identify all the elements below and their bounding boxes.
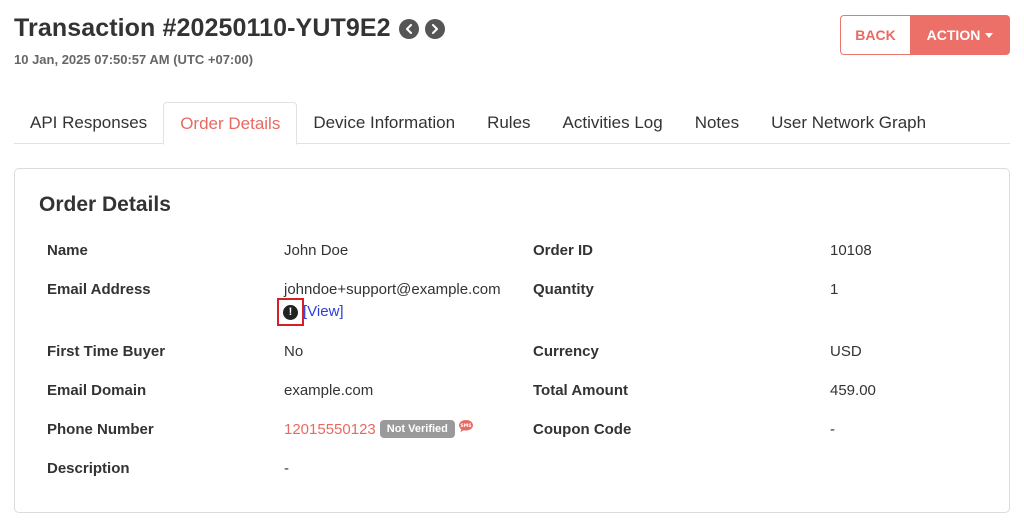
phone-number-label: Phone Number <box>47 421 154 438</box>
description-label: Description <box>47 460 130 477</box>
page-header: Transaction #20250110-YUT9E2 10 Jan, 202… <box>14 14 445 67</box>
order-details-card: Order Details Name John Doe Email Addres… <box>14 168 1010 513</box>
title-row: Transaction #20250110-YUT9E2 <box>14 14 445 43</box>
tab-activities-log[interactable]: Activities Log <box>547 102 679 144</box>
caret-down-icon <box>985 32 994 38</box>
order-id-value: 10108 <box>830 242 872 259</box>
tab-user-network-graph[interactable]: User Network Graph <box>755 102 942 144</box>
not-verified-badge: Not Verified <box>379 420 455 438</box>
quantity-value: 1 <box>830 281 839 298</box>
name-label: Name <box>47 242 88 259</box>
next-transaction-button[interactable] <box>424 18 445 39</box>
currency-label: Currency <box>533 343 599 360</box>
total-amount-label: Total Amount <box>533 382 628 399</box>
email-warning-highlight[interactable]: ! <box>277 298 304 326</box>
currency-value: USD <box>830 343 862 360</box>
coupon-code-label: Coupon Code <box>533 421 632 438</box>
phone-number-field: 12015550123 Not Verified SMS <box>284 419 474 438</box>
order-id-label: Order ID <box>533 242 594 259</box>
header-actions: BACK ACTION <box>840 15 1010 55</box>
chevron-left-icon <box>405 23 412 34</box>
tab-api-responses[interactable]: API Responses <box>14 102 163 144</box>
email-address-label: Email Address <box>47 281 151 298</box>
tab-device-information[interactable]: Device Information <box>297 102 471 144</box>
tab-notes[interactable]: Notes <box>679 102 755 144</box>
email-domain-value: example.com <box>284 382 374 399</box>
email-address-value: johndoe+support@example.com <box>284 281 501 298</box>
page-title: Transaction #20250110-YUT9E2 <box>14 14 391 42</box>
chevron-right-icon <box>431 23 438 34</box>
tab-rules[interactable]: Rules <box>471 102 546 144</box>
order-details-title: Order Details <box>39 193 171 216</box>
prev-transaction-button[interactable] <box>398 18 419 39</box>
first-time-buyer-label: First Time Buyer <box>47 343 166 360</box>
svg-text:SMS: SMS <box>460 423 471 429</box>
quantity-label: Quantity <box>533 281 594 298</box>
back-button[interactable]: BACK <box>840 15 910 55</box>
first-time-buyer-value: No <box>284 343 304 360</box>
action-dropdown-button[interactable]: ACTION <box>910 15 1010 55</box>
transaction-tabs: API Responses Order Details Device Infor… <box>14 102 1010 145</box>
tab-order-details[interactable]: Order Details <box>163 102 298 145</box>
email-domain-label: Email Domain <box>47 382 147 399</box>
description-value: - <box>284 460 289 477</box>
coupon-code-value: - <box>830 421 835 438</box>
phone-number-value[interactable]: 12015550123 <box>284 421 376 438</box>
exclamation-circle-icon: ! <box>283 304 298 320</box>
total-amount-value: 459.00 <box>830 382 876 399</box>
transaction-timestamp: 10 Jan, 2025 07:50:57 AM (UTC +07:00) <box>14 52 254 67</box>
email-view-link[interactable]: [View] <box>303 303 344 320</box>
sms-bubble-icon[interactable]: SMS <box>458 419 474 433</box>
action-button-label: ACTION <box>926 27 981 43</box>
name-value: John Doe <box>284 242 349 259</box>
